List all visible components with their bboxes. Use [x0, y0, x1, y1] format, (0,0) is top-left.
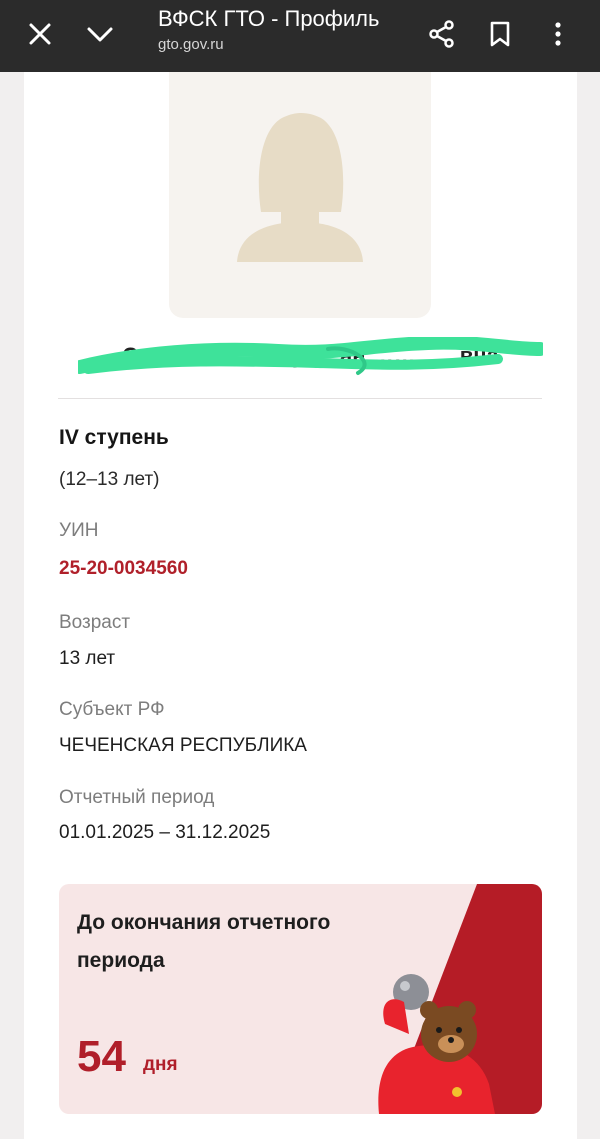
bookmark-button[interactable] [478, 12, 522, 56]
redaction-scribble [78, 337, 543, 375]
age-label: Возраст [59, 612, 131, 633]
browser-toolbar: ВФСК ГТО - Профиль gto.gov.ru [0, 0, 600, 72]
uin-label: УИН [59, 520, 99, 541]
collapse-button[interactable] [78, 12, 122, 56]
period-label: Отчетный период [59, 787, 215, 808]
age-range: (12–13 лет) [59, 469, 160, 490]
divider [58, 398, 542, 399]
region-value: ЧЕЧЕНСКАЯ РЕСПУБЛИКА [59, 735, 307, 756]
level-title: IV ступень [59, 426, 169, 449]
chevron-down-icon [87, 27, 113, 42]
profile-card: С……………… Сул…ан …………вна IV ступень (12–13… [24, 72, 577, 1139]
countdown-banner: До окончания отчетного периода 54 дня [59, 884, 542, 1114]
female-avatar-icon [237, 112, 363, 262]
share-icon [429, 20, 454, 48]
close-icon [29, 23, 51, 45]
age-value: 13 лет [59, 648, 116, 669]
period-value: 01.01.2025 – 31.12.2025 [59, 822, 271, 843]
uin-value: 25-20-0034560 [59, 558, 188, 579]
region-label: Субъект РФ [59, 699, 165, 720]
avatar [169, 72, 431, 318]
countdown-text: До окончания отчетного периода [77, 911, 331, 972]
page-url: gto.gov.ru [158, 36, 224, 53]
countdown-days: 54 [77, 1032, 126, 1081]
profile-name-area: С……………… Сул…ан …………вна [78, 337, 543, 377]
close-button[interactable] [18, 12, 62, 56]
page-title: ВФСК ГТО - Профиль [158, 6, 380, 31]
countdown-unit: дня [143, 1054, 178, 1075]
more-button[interactable] [536, 12, 580, 56]
more-vertical-icon [555, 22, 561, 46]
bookmark-icon [490, 21, 510, 47]
share-button[interactable] [420, 12, 464, 56]
